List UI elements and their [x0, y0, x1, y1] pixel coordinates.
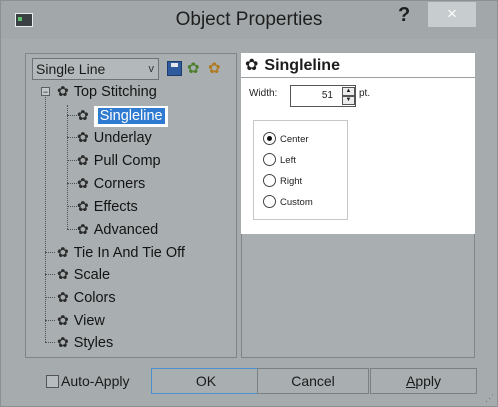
checkbox-icon — [46, 374, 59, 388]
detail-title: ✿ Singleline — [245, 55, 340, 75]
gear-icon: ✿ — [57, 334, 69, 350]
width-unit: pt. — [359, 88, 371, 99]
gear-icon: ✿ — [77, 152, 89, 168]
radio-label: Custom — [280, 197, 313, 208]
tree-item-underlay[interactable]: ✿ Underlay — [77, 126, 152, 148]
radio-left[interactable]: Left — [263, 152, 296, 169]
save-icon[interactable] — [167, 61, 182, 76]
ok-button[interactable]: OK — [151, 368, 261, 394]
divider — [241, 77, 475, 78]
radio-label: Center — [280, 134, 309, 145]
tree-item-view[interactable]: ✿ View — [57, 309, 105, 331]
collapse-toggle[interactable]: − — [41, 87, 50, 97]
auto-apply-checkbox[interactable]: Auto-Apply — [46, 372, 129, 390]
apply-label: pply — [415, 373, 442, 389]
tree-item-label: View — [73, 313, 105, 329]
resize-grip-icon[interactable]: ⋰ — [485, 393, 494, 404]
tree-item-tie-in-tie-off[interactable]: ✿ Tie In And Tie Off — [57, 241, 185, 263]
tree-connector — [67, 229, 77, 230]
gear-icon: ✿ — [77, 129, 89, 145]
title-bar[interactable]: Object Properties ? × — [1, 1, 497, 39]
tree-item-label: Pull Comp — [93, 153, 161, 169]
spin-down-icon[interactable]: ▼ — [342, 96, 355, 105]
tree-connector — [45, 297, 55, 298]
detail-title-label: Singleline — [264, 57, 340, 74]
tree-item-colors[interactable]: ✿ Colors — [57, 286, 116, 308]
tree-item-corners[interactable]: ✿ Corners — [77, 172, 145, 194]
radio-empty-icon — [263, 173, 276, 187]
tree-connector — [67, 160, 77, 161]
close-button[interactable]: × — [428, 2, 476, 27]
tree-item-advanced[interactable]: ✿ Advanced — [77, 218, 158, 240]
radio-right[interactable]: Right — [263, 173, 303, 190]
gear-icon: ✿ — [245, 57, 259, 74]
tree-item-label: Underlay — [93, 130, 152, 146]
help-button[interactable]: ? — [398, 4, 410, 27]
gear-icon: ✿ — [77, 198, 89, 214]
style-dropdown[interactable]: Single Line v — [32, 58, 159, 80]
radio-center[interactable]: Center — [263, 131, 309, 148]
tree-item-label: Effects — [93, 199, 138, 215]
auto-apply-label: Auto-Apply — [61, 373, 130, 389]
tree-item-label: Tie In And Tie Off — [73, 245, 185, 261]
tree-connector — [67, 115, 77, 116]
gear-icon: ✿ — [77, 107, 89, 123]
object-properties-window: Object Properties ? × Single Line v ✿ ✿ … — [0, 0, 498, 407]
tree-item-label: Colors — [73, 290, 116, 306]
dropdown-value: Single Line — [36, 61, 106, 77]
tree-item-label: Top Stitching — [73, 84, 157, 100]
radio-empty-icon — [263, 194, 276, 208]
tree-connector — [45, 252, 55, 253]
gear-icon: ✿ — [57, 266, 69, 282]
apply-mnemonic: A — [405, 373, 416, 389]
gear-icon: ✿ — [57, 312, 69, 328]
tree-item-styles[interactable]: ✿ Styles — [57, 331, 113, 353]
radio-empty-icon — [263, 152, 276, 166]
tree-item-label: Singleline — [96, 107, 166, 125]
tree-connector — [45, 342, 55, 343]
tree-connector — [45, 274, 55, 275]
window-title: Object Properties — [175, 9, 323, 30]
tree-item-scale[interactable]: ✿ Scale — [57, 263, 110, 285]
tree-item-top-stitching[interactable]: ✿ Top Stitching — [57, 80, 157, 102]
chevron-down-icon: v — [148, 63, 155, 75]
gear-icon: ✿ — [57, 244, 69, 260]
gear-icon: ✿ — [77, 221, 89, 237]
gear-icon: ✿ — [57, 83, 69, 99]
gear-orange-icon[interactable]: ✿ — [208, 61, 223, 76]
tree-connector — [67, 183, 77, 184]
radio-label: Left — [280, 155, 296, 166]
tree-connector — [45, 97, 46, 342]
cancel-button[interactable]: Cancel — [257, 368, 369, 394]
gear-icon: ✿ — [77, 175, 89, 191]
gear-icon: ✿ — [57, 289, 69, 305]
radio-selected-icon — [263, 131, 276, 145]
radio-label: Right — [280, 176, 303, 187]
gear-green-icon[interactable]: ✿ — [187, 61, 202, 76]
spin-up-icon[interactable]: ▲ — [342, 87, 355, 96]
tree-item-singleline[interactable]: ✿ Singleline — [77, 104, 168, 127]
width-spinner[interactable]: ▲ ▼ — [342, 87, 355, 105]
tree-item-effects[interactable]: ✿ Effects — [77, 195, 138, 217]
tree-connector — [67, 206, 77, 207]
apply-button[interactable]: Apply — [370, 368, 477, 394]
tree-item-pull-comp[interactable]: ✿ Pull Comp — [77, 149, 161, 171]
tree-item-label: Styles — [73, 335, 114, 351]
tree-connector — [67, 105, 68, 229]
width-label: Width: — [249, 88, 278, 99]
tree-item-label: Scale — [73, 267, 111, 283]
tree-connector — [45, 320, 55, 321]
tree-item-label: Corners — [93, 176, 146, 192]
tree-item-label: Advanced — [93, 222, 159, 238]
radio-custom[interactable]: Custom — [263, 194, 313, 211]
tree-connector — [67, 137, 77, 138]
